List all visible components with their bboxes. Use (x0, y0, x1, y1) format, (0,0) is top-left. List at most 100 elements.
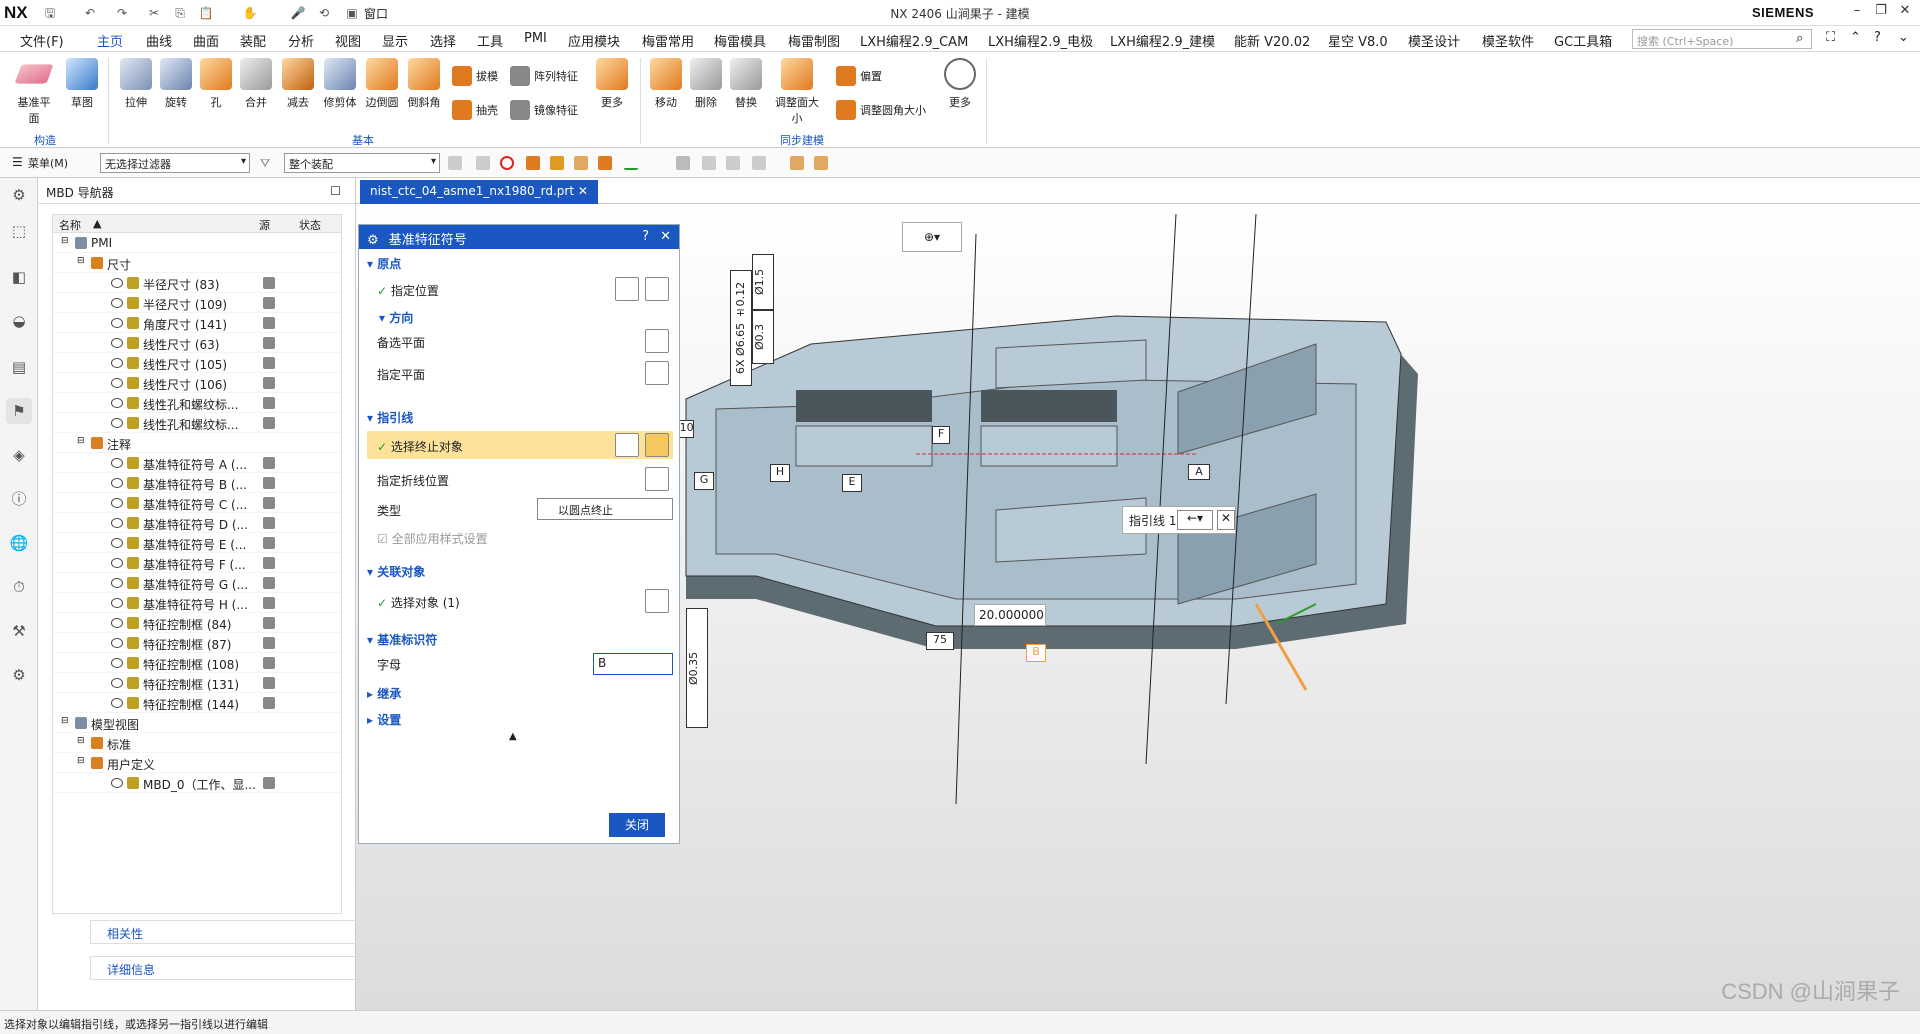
sort-ascending-icon[interactable]: ▲ (93, 217, 101, 230)
checkbox-icon[interactable]: ☑ (377, 532, 388, 546)
snap-icon[interactable] (676, 156, 690, 170)
datum-tag-A[interactable]: A (1188, 464, 1210, 480)
tree-row[interactable]: 基准特征符号 C (... (53, 493, 341, 513)
tab-file[interactable]: 文件(F) (20, 31, 64, 50)
chamfer-button[interactable]: 倒斜角 (404, 58, 444, 110)
select-object-icon[interactable] (645, 589, 669, 613)
eye-icon[interactable] (111, 518, 123, 528)
select-icon[interactable] (448, 156, 462, 170)
tree-row[interactable]: 特征控制框 (87) (53, 633, 341, 653)
face-icon[interactable] (550, 156, 564, 170)
move-face-button[interactable]: 移动 (646, 58, 686, 110)
section-direction[interactable]: ▾ 方向 (379, 309, 685, 326)
tree-row[interactable]: 基准特征符号 G (... (53, 573, 341, 593)
close-window-button[interactable]: ✕ (1894, 3, 1916, 23)
tree-row[interactable]: ⊟ 尺寸 (53, 253, 341, 273)
fullscreen-icon[interactable]: ⛶ (1826, 30, 1835, 45)
sketch-button[interactable]: 草图 (62, 58, 102, 110)
assembly-navigator-icon[interactable]: ◧ (6, 264, 32, 290)
tab-meilei-mold[interactable]: 梅雷模具 (714, 31, 766, 50)
hd3d-icon[interactable]: ◈ (6, 442, 32, 468)
point-icon[interactable] (648, 156, 662, 170)
tree-row[interactable]: 基准特征符号 F (... (53, 553, 341, 573)
help-icon[interactable]: ? (642, 229, 649, 244)
eye-icon[interactable] (111, 618, 123, 628)
eye-icon[interactable] (111, 558, 123, 568)
eye-icon[interactable] (111, 778, 123, 788)
leader-popup[interactable]: 指引线 1 ←▾ ✕ (1122, 506, 1236, 534)
eye-icon[interactable] (111, 298, 123, 308)
eye-icon[interactable] (111, 538, 123, 548)
file-tab[interactable]: nist_ctc_04_asme1_nx1980_rd.prt ✕ (360, 180, 598, 204)
column-name[interactable]: 名称 (59, 217, 81, 233)
help-icon[interactable]: ? (1874, 30, 1881, 45)
plane-orient-icon[interactable] (645, 361, 669, 385)
tree-row[interactable]: 线性孔和螺纹标... (53, 413, 341, 433)
tree-row[interactable]: 半径尺寸 (83) (53, 273, 341, 293)
remove-leader-icon[interactable]: ✕ (1217, 510, 1235, 530)
maximize-panel-icon[interactable]: ☐ (330, 184, 341, 198)
close-button[interactable]: 关闭 (609, 813, 665, 837)
fcf-cell-2[interactable]: Ø0.3 (752, 310, 774, 364)
details-panel[interactable]: 详细信息 (90, 956, 384, 980)
eye-icon[interactable] (111, 378, 123, 388)
fcf-label-1[interactable]: 6X Ø6.65 ±0.12 (730, 270, 752, 386)
eye-icon[interactable] (111, 578, 123, 588)
mirror-feature-button[interactable]: 镜像特征 (510, 100, 578, 120)
select-curve-icon[interactable] (645, 433, 669, 457)
chevron-down-icon[interactable]: ⌄ (1898, 30, 1909, 45)
eye-icon[interactable] (111, 658, 123, 668)
role-icon[interactable]: ⚙ (6, 662, 32, 688)
eye-icon[interactable] (111, 318, 123, 328)
hamburger-icon[interactable]: ☰ (12, 155, 23, 169)
tree-row[interactable]: 线性尺寸 (106) (53, 373, 341, 393)
close-tab-icon[interactable]: ✕ (578, 184, 588, 198)
close-dialog-icon[interactable]: ✕ (660, 229, 671, 244)
command-search-input[interactable]: 搜索 (Ctrl+Space) (1632, 29, 1812, 49)
section-inherit[interactable]: ▸ 继承 (367, 685, 673, 702)
collapse-ribbon-icon[interactable]: ⌃ (1850, 30, 1861, 45)
alternate-plane-row[interactable]: 备选平面 (367, 327, 673, 355)
tree-row[interactable]: 基准特征符号 D (... (53, 513, 341, 533)
tab-mosheng-design[interactable]: 模圣设计 (1408, 31, 1460, 50)
leader-type-select[interactable]: 以圆点终止 (537, 498, 673, 520)
tab-meilei-drafting[interactable]: 梅雷制图 (788, 31, 840, 50)
datum-tag-B[interactable]: B (1026, 644, 1046, 662)
tree-row[interactable]: ⊟ 模型视图 (53, 713, 341, 733)
body-icon[interactable] (574, 156, 588, 170)
system-materials-icon[interactable]: ⚒ (6, 618, 32, 644)
eye-icon[interactable] (111, 458, 123, 468)
section-leader[interactable]: ▾ 指引线 (367, 409, 673, 426)
tree-row[interactable]: 线性孔和螺纹标... (53, 393, 341, 413)
basic-more-button[interactable]: 更多 (592, 58, 632, 110)
feature-icon[interactable] (598, 156, 612, 170)
dimension-value-input[interactable]: 20.000000 (974, 604, 1046, 626)
datum-tag-G[interactable]: G (694, 472, 714, 490)
curve-icon[interactable] (624, 156, 638, 170)
tree-row[interactable]: 特征控制框 (131) (53, 673, 341, 693)
select-terminating-object-row[interactable]: ✓ 选择终止对象 (367, 431, 673, 459)
sync-more-button[interactable]: 更多 (940, 58, 980, 110)
tree-row[interactable]: 基准特征符号 H (... (53, 593, 341, 613)
expand-icon[interactable]: ⊟ (77, 756, 85, 766)
tab-assembly[interactable]: 装配 (240, 31, 266, 50)
datum-tag-E[interactable]: E (842, 474, 862, 492)
tab-select[interactable]: 选择 (430, 31, 456, 50)
info-icon[interactable]: ⓘ (6, 486, 32, 512)
section-datum-identifier[interactable]: ▾ 基准标识符 (367, 631, 673, 648)
web-browser-icon[interactable]: 🌐 (6, 530, 32, 556)
tab-xingkong[interactable]: 星空 V8.0 (1328, 31, 1388, 50)
tab-curve[interactable]: 曲线 (146, 31, 172, 50)
tab-pmi[interactable]: PMI (524, 31, 547, 46)
letter-input[interactable]: B (593, 653, 673, 675)
tab-analysis[interactable]: 分析 (288, 31, 314, 50)
resize-face-button[interactable]: 调整面大小 (770, 58, 824, 126)
eye-icon[interactable] (111, 678, 123, 688)
tree-row[interactable]: 基准特征符号 B (... (53, 473, 341, 493)
tab-lxh-electrode[interactable]: LXH编程2.9_电极 (988, 31, 1093, 50)
section-associated-objects[interactable]: ▾ 关联对象 (367, 563, 673, 580)
delete-face-button[interactable]: 删除 (686, 58, 726, 110)
add-leader-icon[interactable] (615, 433, 639, 457)
expand-icon[interactable]: ⊟ (61, 236, 69, 246)
minimize-button[interactable]: – (1846, 3, 1868, 23)
